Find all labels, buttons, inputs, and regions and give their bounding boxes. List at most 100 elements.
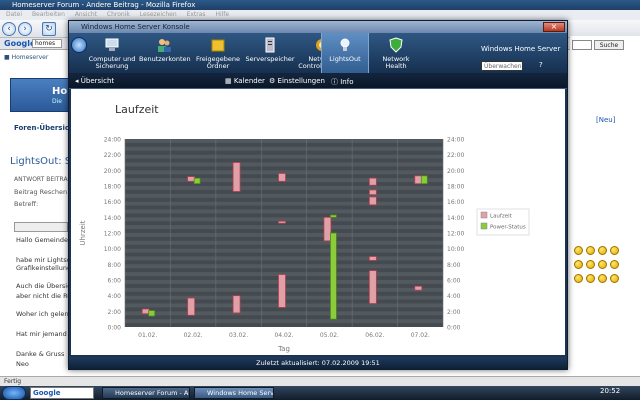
tab-label: Serverspeicher	[245, 55, 295, 63]
post-body-line: Grafikeinstellung	[16, 264, 72, 272]
grid-stripe	[125, 240, 443, 245]
editor-toolbar[interactable]	[14, 222, 68, 232]
taskbar-google-search[interactable]: Google	[30, 387, 94, 399]
forum-search-input[interactable]	[572, 40, 592, 50]
smiley-icon[interactable]	[574, 274, 583, 283]
x-tick-label: 02.02.	[184, 332, 203, 339]
close-button[interactable]: ×	[543, 22, 565, 32]
tab-label: LightsOut	[329, 55, 361, 63]
tab-lightsout[interactable]: LightsOut	[321, 33, 369, 73]
bar-power	[193, 177, 201, 185]
smiley-icon[interactable]	[610, 274, 619, 283]
advanced-search-link[interactable]: erweiterte Suche	[574, 54, 625, 61]
post-body-line: Woher ich gelernt	[16, 310, 74, 318]
smiley-icon[interactable]	[586, 246, 595, 255]
whs-brand: Windows Home Server	[481, 45, 561, 53]
subbar-settings[interactable]: ⚙ Einstellungen	[269, 77, 325, 85]
y-tick-label: 8:00	[108, 262, 122, 269]
subbar-calendar[interactable]: ▦ Kalender	[225, 77, 265, 85]
bar-runtime	[414, 285, 423, 291]
y-tick-label-right: 2:00	[447, 309, 461, 316]
tab-computer-backup[interactable]: Computer und Sicherung	[87, 33, 137, 73]
menu-file[interactable]: Datei	[6, 11, 22, 18]
smiley-icon[interactable]	[598, 274, 607, 283]
tab-label: Network Health	[382, 55, 410, 70]
forward-arrow-icon[interactable]: ›	[18, 22, 32, 36]
smiley-icon[interactable]	[574, 260, 583, 269]
bar-runtime	[368, 189, 377, 196]
new-link[interactable]: [Neu]	[596, 116, 615, 124]
menu-bookmarks[interactable]: Lesezeichen	[140, 11, 177, 18]
forum-subtitle: Die	[52, 98, 62, 105]
forum-sidebar: Suche erweiterte Suche [Neu]	[570, 36, 640, 326]
whs-statusbar: Zuletzt aktualisiert: 07.02.2009 19:51	[69, 357, 567, 369]
smiley-icon[interactable]	[610, 246, 619, 255]
post-body-line: Danke & Gruss	[16, 350, 65, 358]
y-tick-label-right: 0:00	[447, 325, 461, 332]
taskbar-firefox[interactable]: Homeserver Forum - Andere Beitrag - Mozi…	[102, 387, 190, 399]
google-search-input[interactable]: homes	[32, 39, 62, 48]
tab-label: Computer und Sicherung	[88, 55, 136, 70]
menu-help[interactable]: Hilfe	[215, 11, 229, 18]
users-icon	[158, 39, 171, 52]
menu-tools[interactable]: Extras	[187, 11, 206, 18]
bar-runtime	[368, 196, 377, 206]
y-tick-label-right: 18:00	[447, 184, 464, 191]
tab-forum[interactable]: ■ Homeserver	[4, 54, 64, 62]
bar-runtime	[368, 177, 377, 186]
tab-shared-folders[interactable]: Freigegebene Ordner	[193, 33, 243, 73]
start-button[interactable]	[2, 386, 26, 400]
y-tick-label: 2:00	[108, 309, 122, 316]
tab-user-accounts[interactable]: Benutzerkonten	[139, 33, 191, 73]
whs-search-input[interactable]: Überwachen	[481, 61, 523, 71]
help-icon[interactable]: ?	[539, 61, 543, 69]
smiley-icon[interactable]	[586, 274, 595, 283]
grid-stripe	[125, 217, 443, 222]
runtime-chart: 0:00 2:00 4:00 6:00 8:00 10:00 12:00 14:00 16:00…	[79, 137, 530, 353]
lightsout-content: Laufzeit 0:00 2:00 4:00 6:00 8:00 10:00 12:00 1…	[71, 89, 565, 355]
tab-label: Freigegebene Ordner	[195, 55, 241, 70]
y-tick-label-right: 22:00	[447, 152, 464, 159]
reload-icon[interactable]: ↻	[42, 22, 56, 36]
grid-stripe	[125, 264, 443, 269]
back-icon[interactable]	[71, 37, 87, 53]
back-arrow-icon[interactable]: ‹	[2, 22, 16, 36]
x-tick-label: 07.02.	[411, 332, 430, 339]
taskbar-whs-console[interactable]: Windows Home Server Konsole	[194, 387, 274, 399]
y-tick-label: 20:00	[104, 168, 121, 175]
smiley-icon[interactable]	[598, 246, 607, 255]
smiley-icon[interactable]	[574, 246, 583, 255]
menu-history[interactable]: Chronik	[107, 11, 130, 18]
post-body-line: Hat mir jemand e	[16, 330, 73, 338]
menu-view[interactable]: Ansicht	[75, 11, 97, 18]
x-tick-label: 06.02.	[365, 332, 384, 339]
y-tick-label-right: 8:00	[447, 262, 461, 269]
smiley-icon[interactable]	[610, 260, 619, 269]
subbar-info[interactable]: ⓘ Info	[331, 77, 353, 87]
shield-icon	[389, 37, 403, 53]
bar-runtime	[278, 173, 286, 182]
tab-network-health[interactable]: Network Health	[371, 33, 421, 73]
bar-power	[420, 175, 428, 185]
bar-runtime	[414, 175, 423, 185]
subbar-label: Übersicht	[80, 77, 115, 85]
grid-stripe	[125, 225, 443, 230]
computer-icon	[105, 38, 119, 51]
x-axis-label: Tag	[277, 345, 290, 353]
post-body-line: Neo	[16, 360, 29, 368]
smiley-icon[interactable]	[586, 260, 595, 269]
y-tick-label: 12:00	[104, 231, 121, 238]
subbar-overview[interactable]: ◂ Übersicht	[75, 77, 114, 85]
smiley-icon[interactable]	[598, 260, 607, 269]
x-tick-label: 05.02.	[320, 332, 339, 339]
y-tick-label: 16:00	[104, 199, 121, 206]
bar-runtime	[323, 216, 332, 242]
tab-server-storage[interactable]: Serverspeicher	[245, 33, 295, 73]
menu-edit[interactable]: Bearbeiten	[32, 11, 65, 18]
subbar-label: Einstellungen	[277, 77, 325, 85]
grid-stripe	[125, 154, 443, 159]
lightsout-subbar: ◂ Übersicht ▦ Kalender ⚙ Einstellungen ⓘ…	[69, 73, 567, 89]
post-body-line: habe mir Lightsou	[16, 256, 75, 264]
search-button[interactable]: Suche	[594, 40, 624, 50]
legend-swatch	[480, 222, 488, 230]
